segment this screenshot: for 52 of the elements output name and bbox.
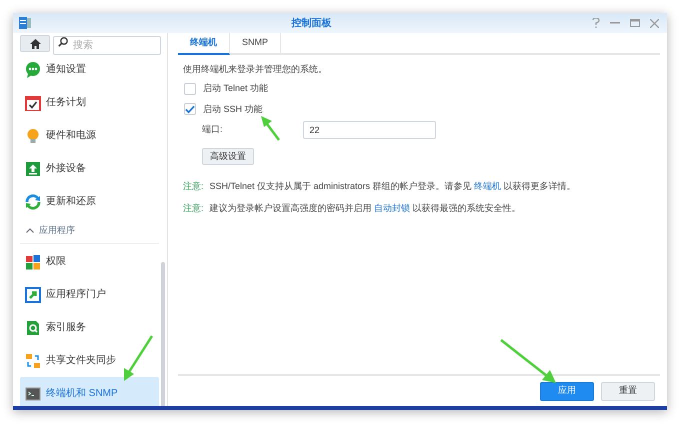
section-header[interactable]: 应用程序 xyxy=(20,218,159,244)
annotation-arrow xyxy=(261,116,280,141)
checkbox[interactable] xyxy=(184,103,196,116)
reset-button[interactable]: 重置 xyxy=(601,382,655,400)
annotation-arrow xyxy=(500,339,556,383)
close-icon[interactable] xyxy=(650,18,659,28)
sidebar-item[interactable]: 终端机和 SNMP xyxy=(20,377,159,406)
magnifier-document-icon xyxy=(25,320,41,336)
note-label: 注意: xyxy=(183,180,204,193)
search-field[interactable]: 搜索 xyxy=(53,36,161,54)
description-text: 使用终端机来登录并管理您的系统。 xyxy=(183,63,328,75)
sidebar-item[interactable]: 外接设备 xyxy=(20,152,159,185)
refresh-icon xyxy=(25,194,41,210)
tab[interactable]: 终端机 xyxy=(178,33,230,55)
note-label: 注意: xyxy=(183,202,204,214)
sidebar-item[interactable]: 任务计划 xyxy=(20,86,159,119)
light-bulb-icon xyxy=(25,128,41,144)
terminal-icon xyxy=(25,386,41,402)
minimize-icon[interactable] xyxy=(610,22,620,24)
link[interactable]: 终端机 xyxy=(474,181,502,191)
sidebar-item[interactable]: 权限 xyxy=(20,245,159,278)
link[interactable]: 自动封锁 xyxy=(374,202,410,212)
checkbox-label: 启动 Telnet 功能 xyxy=(203,82,268,95)
note-text: 建议为登录帐户设置高强度的密码并启用 自动封锁 以获得最强的系统安全性。 xyxy=(210,202,521,214)
search-icon xyxy=(58,36,68,46)
chevron-up-icon xyxy=(26,228,34,233)
upload-icon xyxy=(25,160,41,176)
folder-sync-icon xyxy=(25,352,41,368)
window-title: 控制面板 xyxy=(292,16,332,30)
calendar-icon xyxy=(25,94,41,110)
home-button[interactable] xyxy=(20,35,50,52)
chat-bubble-icon xyxy=(25,62,41,78)
port-label: 端口: xyxy=(202,123,223,136)
sidebar-item[interactable]: 硬件和电源 xyxy=(20,119,159,152)
checkbox-label: 启动 SSH 功能 xyxy=(203,102,263,116)
tab[interactable]: SNMP xyxy=(230,33,282,53)
annotation-arrow xyxy=(124,335,154,381)
maximize-icon[interactable] xyxy=(630,19,640,27)
sidebar-item[interactable]: 通知设置 xyxy=(20,53,159,86)
checkbox[interactable] xyxy=(184,82,196,95)
port-field[interactable]: 22 xyxy=(302,121,436,139)
note-text: SSH/Telnet 仅支持从属于 administrators 群组的帐户登录。请参见 终端机 以获得更多详情。 xyxy=(210,180,576,193)
sidebar-item[interactable]: 更新和还原 xyxy=(20,185,159,218)
advanced-settings-button[interactable]: 高级设置 xyxy=(202,148,254,166)
lock-grid-icon xyxy=(25,254,41,270)
home-icon xyxy=(30,38,40,48)
sidebar-item[interactable]: 共享文件夹同步 xyxy=(20,344,159,377)
sidebar-item[interactable]: 应用程序门户 xyxy=(20,278,159,311)
app-icon xyxy=(19,17,31,29)
help-icon[interactable] xyxy=(592,18,600,28)
scrollbar[interactable] xyxy=(161,262,165,406)
sidebar-item[interactable]: 索引服务 xyxy=(20,311,159,344)
